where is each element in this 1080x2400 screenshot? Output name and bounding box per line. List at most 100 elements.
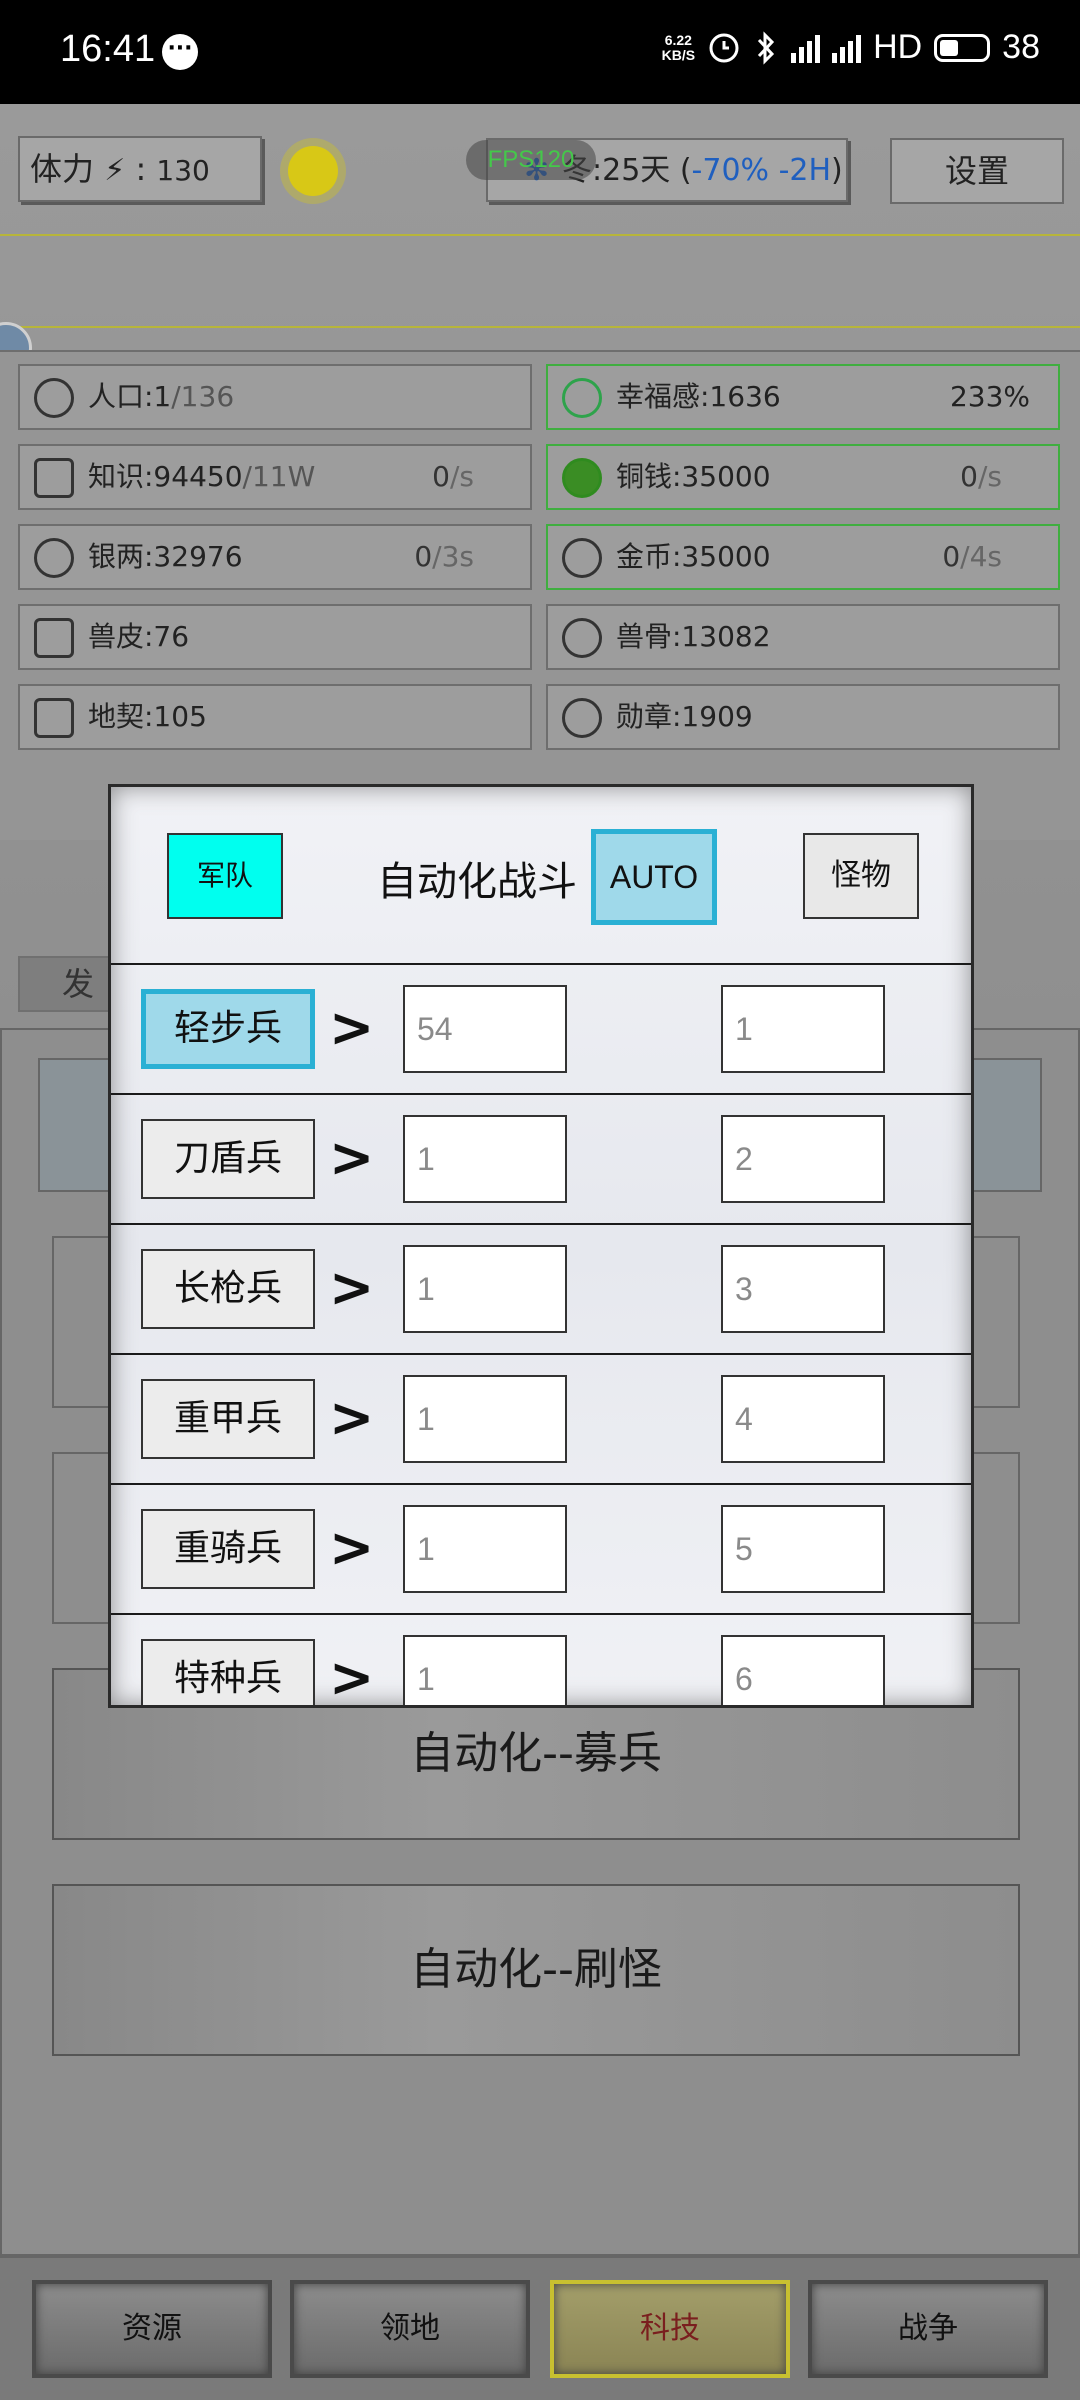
unit-button-spearman[interactable]: 长枪兵 <box>141 1249 315 1329</box>
silver-ingot-icon <box>34 538 74 578</box>
silver-rate-unit: /3s <box>432 540 474 573</box>
stamina-colon: : <box>135 150 147 188</box>
network-speed: 6.22 KB/S <box>662 31 695 63</box>
unit-priority-input[interactable]: 1 <box>721 985 885 1073</box>
resource-knowledge: 知识:94450/11W 0/s <box>18 444 532 510</box>
unit-row: 重骑兵 > 1 5 <box>111 1483 971 1613</box>
deed-value: 地契:105 <box>88 700 207 733</box>
status-bar: 16:41 ··· 6.22 KB/S HD 38 <box>0 0 1080 104</box>
battery-icon <box>934 33 991 62</box>
unit-button-heavy-infantry[interactable]: 重甲兵 <box>141 1379 315 1459</box>
unit-row: 轻步兵 > 54 1 <box>111 963 971 1093</box>
silver-value: 银两:32976 <box>88 540 243 573</box>
resource-happiness: 幸福感:1636 233% <box>546 364 1060 430</box>
resource-copper: 铜钱:35000 0/s <box>546 444 1060 510</box>
signal-strength-icon-2 <box>832 33 862 63</box>
auto-toggle-button[interactable]: AUTO <box>591 829 717 925</box>
bone-value: 兽骨:13082 <box>616 620 771 653</box>
nav-technology[interactable]: 科技 <box>550 2280 790 2378</box>
unit-button-shield-infantry[interactable]: 刀盾兵 <box>141 1119 315 1199</box>
unit-priority-input[interactable]: 6 <box>721 1635 885 1705</box>
knowledge-rate: 0/s <box>432 446 474 508</box>
resource-gold: 金币:35000 0/4s <box>546 524 1060 590</box>
resource-population: 人口:1/136 <box>18 364 532 430</box>
resource-deed: 地契:105 <box>18 684 532 750</box>
unit-row: 长枪兵 > 1 3 <box>111 1223 971 1353</box>
dialog-header: 军队 自动化战斗 AUTO 怪物 <box>111 787 971 963</box>
message-notification-icon: ··· <box>162 34 198 70</box>
bottom-navigation: 资源 领地 科技 战争 <box>0 2256 1080 2400</box>
gold-rate-value: 0 <box>942 540 961 573</box>
unit-button-special-forces[interactable]: 特种兵 <box>141 1639 315 1705</box>
dialog-title: 自动化战斗 <box>377 859 577 905</box>
bluetooth-icon <box>757 30 775 65</box>
knowledge-rate-unit: /s <box>449 460 474 493</box>
unit-priority-input[interactable]: 2 <box>721 1115 885 1203</box>
knowledge-rate-value: 0 <box>432 460 450 493</box>
unit-count-input[interactable]: 1 <box>403 1375 567 1463</box>
season-close: ) <box>831 153 843 188</box>
smile-icon <box>562 378 602 418</box>
gold-coin-icon <box>562 538 602 578</box>
people-icon <box>34 378 74 418</box>
alarm-icon <box>709 33 739 62</box>
copper-value: 铜钱:35000 <box>616 460 771 493</box>
auto-battle-dialog: 军队 自动化战斗 AUTO 怪物 轻步兵 > 54 1 刀盾兵 > 1 2 长枪… <box>108 784 974 1708</box>
resource-hide: 兽皮:76 <box>18 604 532 670</box>
stamina-value: 130 <box>156 154 210 187</box>
nav-resources[interactable]: 资源 <box>32 2280 272 2378</box>
gold-rate: 0/4s <box>942 526 1002 588</box>
copper-rate-value: 0 <box>960 460 978 493</box>
fps-counter: FPS120 <box>466 140 596 180</box>
knowledge-max: /11W <box>242 460 316 493</box>
unit-priority-input[interactable]: 4 <box>721 1375 885 1463</box>
hd-label: HD <box>873 28 923 66</box>
unit-button-heavy-cavalry[interactable]: 重骑兵 <box>141 1509 315 1589</box>
copper-rate-unit: /s <box>977 460 1002 493</box>
status-time: 16:41 <box>60 28 156 70</box>
arrow-icon: > <box>329 1646 375 1708</box>
arrow-icon: > <box>329 1126 375 1189</box>
season-modifier: -70% -2H <box>691 153 832 188</box>
unit-count-input[interactable]: 1 <box>403 1635 567 1705</box>
sun-weather-icon <box>288 146 338 196</box>
divider-line <box>0 234 1080 236</box>
resource-bone: 兽骨:13082 <box>546 604 1060 670</box>
nav-war[interactable]: 战争 <box>808 2280 1048 2378</box>
unit-priority-input[interactable]: 5 <box>721 1505 885 1593</box>
copper-rate: 0/s <box>960 446 1002 508</box>
stamina-display: 体力 ⚡ : 130 <box>18 136 262 202</box>
gold-value: 金币:35000 <box>616 540 771 573</box>
lightning-icon: ⚡ <box>104 153 126 188</box>
unit-count-input[interactable]: 1 <box>403 1115 567 1203</box>
resource-silver: 银两:32976 0/3s <box>18 524 532 590</box>
auto-hunt-button[interactable]: 自动化--刷怪 <box>52 1884 1020 2056</box>
arrow-icon: > <box>329 1386 375 1449</box>
stamina-label: 体力 <box>30 150 95 188</box>
network-speed-value: 6.22 <box>664 31 692 48</box>
population-max: /136 <box>171 380 235 413</box>
unit-row: 特种兵 > 1 6 <box>111 1613 971 1708</box>
resource-medal: 勋章:1909 <box>546 684 1060 750</box>
nav-territory[interactable]: 领地 <box>290 2280 530 2378</box>
battery-level: 38 <box>1002 28 1040 66</box>
unit-row: 重甲兵 > 1 4 <box>111 1353 971 1483</box>
arrow-icon: > <box>329 1516 375 1579</box>
unit-priority-input[interactable]: 3 <box>721 1245 885 1333</box>
scroll-deed-icon <box>34 698 74 738</box>
unit-count-input[interactable]: 1 <box>403 1505 567 1593</box>
unit-count-input[interactable]: 54 <box>403 985 567 1073</box>
divider-line <box>0 326 1080 328</box>
gold-rate-unit: /4s <box>960 540 1002 573</box>
unit-row: 刀盾兵 > 1 2 <box>111 1093 971 1223</box>
army-tab-button[interactable]: 军队 <box>167 833 283 919</box>
settings-button[interactable]: 设置 <box>890 138 1064 204</box>
unit-count-input[interactable]: 1 <box>403 1245 567 1333</box>
unit-button-light-infantry[interactable]: 轻步兵 <box>141 989 315 1069</box>
monster-tab-button[interactable]: 怪物 <box>803 833 919 919</box>
animal-hide-icon <box>34 618 74 658</box>
copper-coin-icon <box>562 458 602 498</box>
bone-icon <box>562 618 602 658</box>
silver-rate-value: 0 <box>414 540 433 573</box>
arrow-icon: > <box>329 1256 375 1319</box>
